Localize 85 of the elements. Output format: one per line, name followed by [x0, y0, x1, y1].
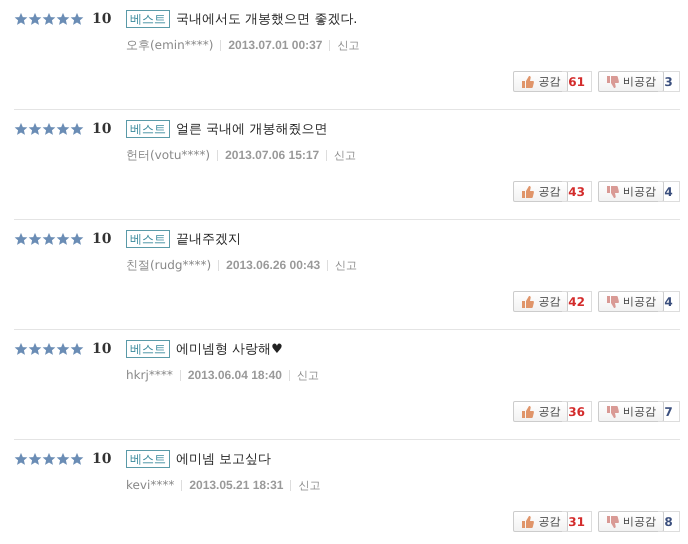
report-link[interactable]: 신고: [334, 148, 356, 162]
rating-score: 10: [92, 11, 112, 27]
star-icon: [28, 12, 42, 26]
thumbs-up-icon: [521, 516, 534, 528]
thumbs-down-icon: [606, 186, 619, 198]
best-badge: 베스트: [126, 10, 170, 28]
author-name: kevi****: [126, 478, 174, 492]
star-icon: [42, 12, 56, 26]
star-icon: [28, 232, 42, 246]
thumbs-down-icon: [606, 296, 619, 308]
dislike-count: 7: [658, 401, 680, 422]
star-icon: [42, 122, 56, 136]
thumbs-up-icon: [521, 76, 534, 88]
thumbs-up-icon: [521, 406, 534, 418]
dislike-button[interactable]: 비공감: [598, 181, 664, 202]
star-icon: [56, 342, 70, 356]
dislike-button[interactable]: 비공감: [598, 71, 664, 92]
rating-score: 10: [92, 121, 112, 137]
star-icon: [70, 452, 84, 466]
thumbs-up-icon: [521, 186, 534, 198]
dislike-count: 8: [658, 511, 680, 532]
review-text: 에미넴 보고싶다: [176, 451, 272, 468]
dislike-count: 4: [658, 181, 680, 202]
rating-score: 10: [92, 341, 112, 357]
star-icon: [56, 452, 70, 466]
like-button[interactable]: 공감: [513, 511, 568, 532]
review-date: 2013.06.04 18:40: [188, 368, 282, 382]
star-icon: [14, 232, 28, 246]
star-icon: [56, 232, 70, 246]
star-icon: [42, 232, 56, 246]
like-count: 36: [562, 401, 592, 422]
star-icon: [28, 342, 42, 356]
star-icon: [14, 12, 28, 26]
best-badge: 베스트: [126, 450, 170, 468]
author-name: 헌터(votu****): [126, 146, 210, 164]
like-count: 42: [562, 291, 592, 312]
star-icon: [14, 452, 28, 466]
star-icon: [42, 452, 56, 466]
star-icon: [14, 342, 28, 356]
report-link[interactable]: 신고: [335, 258, 358, 272]
star-icon: [14, 122, 28, 136]
like-count: 31: [562, 511, 592, 532]
review-text: 에미넴형 사랑해♥: [176, 341, 283, 358]
like-button[interactable]: 공감: [513, 181, 568, 202]
dislike-button[interactable]: 비공감: [598, 291, 664, 312]
star-icon: [56, 12, 70, 26]
dislike-button[interactable]: 비공감: [598, 401, 664, 422]
author-name: 친절(rudg****): [126, 256, 212, 274]
review-text: 국내에서도 개봉했으면 좋겠다.: [176, 11, 358, 28]
star-icon: [42, 342, 56, 356]
star-icon: [70, 232, 84, 246]
star-icon: [70, 12, 84, 26]
like-count: 43: [562, 181, 592, 202]
review-date: 2013.06.26 00:43: [226, 258, 320, 272]
like-button[interactable]: 공감: [513, 71, 568, 92]
star-icon: [28, 452, 42, 466]
author-name: 오후(emin****): [126, 36, 214, 54]
star-icon: [28, 122, 42, 136]
star-icon: [70, 342, 84, 356]
thumbs-down-icon: [606, 76, 619, 88]
dislike-count: 4: [658, 291, 680, 312]
report-link[interactable]: 신고: [337, 38, 360, 52]
thumbs-up-icon: [521, 296, 534, 308]
author-name: hkrj****: [126, 368, 173, 382]
review-text: 끝내주겠지: [176, 231, 241, 248]
like-button[interactable]: 공감: [513, 291, 568, 312]
thumbs-down-icon: [606, 516, 619, 528]
review-date: 2013.07.06 15:17: [225, 148, 320, 162]
like-count: 61: [562, 71, 592, 92]
dislike-count: 3: [658, 71, 680, 92]
report-link[interactable]: 신고: [298, 478, 320, 492]
star-icon: [70, 122, 84, 136]
best-badge: 베스트: [126, 120, 170, 138]
rating-score: 10: [92, 231, 112, 247]
review-date: 2013.05.21 18:31: [189, 478, 284, 492]
thumbs-down-icon: [606, 406, 619, 418]
like-button[interactable]: 공감: [513, 401, 568, 422]
report-link[interactable]: 신고: [296, 368, 319, 382]
star-icon: [56, 122, 70, 136]
best-badge: 베스트: [126, 340, 170, 358]
dislike-button[interactable]: 비공감: [598, 511, 664, 532]
best-badge: 베스트: [126, 230, 170, 248]
review-text: 얼른 국내에 개봉해줬으면: [176, 121, 328, 138]
rating-score: 10: [92, 451, 112, 467]
review-date: 2013.07.01 00:37: [228, 38, 322, 52]
